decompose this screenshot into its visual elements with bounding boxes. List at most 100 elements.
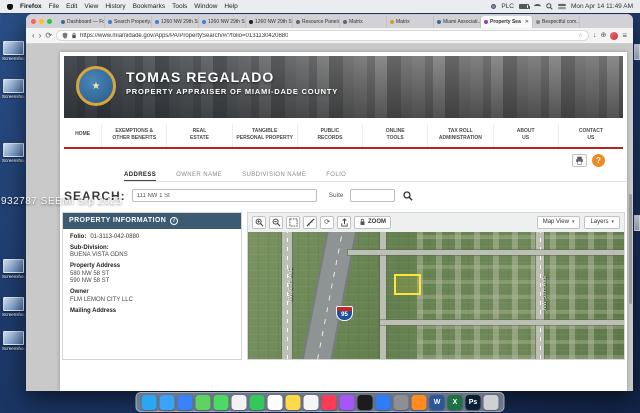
- screenshot-preview[interactable]: [3, 79, 24, 93]
- trash-icon[interactable]: [484, 395, 499, 410]
- lock-icon[interactable]: [71, 32, 77, 39]
- screenshot-preview[interactable]: [3, 297, 24, 311]
- layers-dropdown[interactable]: Layers▾: [584, 216, 620, 229]
- desktop-screenshot-thumbnail[interactable]: [634, 215, 640, 231]
- menubar-clock[interactable]: Mon Apr 14 11:49 AM: [571, 3, 633, 10]
- highlighted-parcel[interactable]: [394, 274, 421, 295]
- desktop-screenshot-thumbnail[interactable]: [634, 44, 640, 60]
- nav-tangible-personal-property[interactable]: TANGIBLE PERSONAL PROPERTY: [233, 124, 298, 147]
- nav-real-estate[interactable]: REAL ESTATE: [167, 124, 232, 147]
- zoom-window-button[interactable]: [47, 19, 52, 24]
- aerial-map[interactable]: 95 NW 6TH AVE NW 5TH AVE: [248, 232, 624, 359]
- address-search-input[interactable]: [132, 189, 317, 202]
- menubar-item-help[interactable]: Help: [224, 3, 237, 10]
- tab-subdivision-name[interactable]: SUBDIVISION NAME: [242, 172, 306, 178]
- music-icon[interactable]: [322, 395, 337, 410]
- print-button[interactable]: [572, 154, 587, 167]
- help-button[interactable]: ?: [592, 154, 605, 167]
- select-tool-button[interactable]: [286, 216, 300, 229]
- forward-icon[interactable]: ›: [39, 32, 42, 40]
- screenshot-preview[interactable]: [3, 259, 24, 273]
- finder-icon[interactable]: [142, 395, 157, 410]
- tab-matrix-1[interactable]: Matrix: [340, 16, 387, 28]
- menubar-item-view[interactable]: View: [84, 3, 98, 10]
- tab-property-search-active[interactable]: Property Sea✕: [481, 16, 533, 28]
- desktop-screenshot-thumbnail[interactable]: Screensho...: [2, 297, 25, 317]
- desktop-screenshot-thumbnail[interactable]: Screensho...: [2, 41, 25, 61]
- battery-icon[interactable]: [519, 4, 529, 9]
- messages-icon[interactable]: [196, 395, 211, 410]
- property-address-2[interactable]: 590 NW 58 ST: [70, 278, 234, 284]
- menubar-item-tools[interactable]: Tools: [172, 3, 187, 10]
- info-icon[interactable]: i: [170, 217, 178, 225]
- control-center-icon[interactable]: [558, 3, 566, 10]
- url-bar[interactable]: https://www.miamidade.gov/Apps/PA/Proper…: [56, 30, 589, 41]
- tab-miami-association[interactable]: Miami Associati...: [434, 16, 481, 28]
- map-view-dropdown[interactable]: Map View▾: [537, 216, 581, 229]
- mail-icon[interactable]: [178, 395, 193, 410]
- subdivision-value[interactable]: BUENA VISTA GDNS: [70, 252, 234, 258]
- tab-dashboard[interactable]: Dashboard — Fo...: [58, 16, 105, 28]
- menubar-status-label[interactable]: PLC: [501, 3, 514, 10]
- wifi-icon[interactable]: [534, 4, 541, 9]
- notes-icon[interactable]: [286, 395, 301, 410]
- excel-icon[interactable]: X: [448, 395, 463, 410]
- back-icon[interactable]: ‹: [32, 32, 35, 40]
- desktop-screenshot-thumbnail[interactable]: Screensho...: [2, 143, 25, 163]
- tab-resource-panels[interactable]: Resource Panels: [293, 16, 340, 28]
- window-controls[interactable]: [31, 14, 58, 28]
- suite-input[interactable]: [350, 189, 395, 202]
- desktop-screenshot-thumbnail[interactable]: Screensho...: [2, 331, 25, 351]
- calendar-icon[interactable]: [268, 395, 283, 410]
- tab-1260-nw-29th-1[interactable]: 1260 NW 29th S: [152, 16, 199, 28]
- measure-tool-button[interactable]: [303, 216, 317, 229]
- nav-home[interactable]: HOME: [64, 124, 102, 147]
- screenshot-preview[interactable]: [3, 41, 24, 55]
- app-store-icon[interactable]: [376, 395, 391, 410]
- apple-menu-icon[interactable]: [7, 4, 13, 10]
- search-submit-icon[interactable]: [403, 191, 413, 201]
- tab-search-property[interactable]: Search Property...: [105, 16, 152, 28]
- tab-owner-name[interactable]: OWNER NAME: [176, 172, 222, 178]
- zoom-out-button[interactable]: [269, 216, 283, 229]
- safari-icon[interactable]: [160, 395, 175, 410]
- firefox-icon[interactable]: [412, 395, 427, 410]
- tab-address[interactable]: ADDRESS: [124, 172, 156, 182]
- nav-online-tools[interactable]: ONLINE TOOLS: [363, 124, 428, 147]
- spotlight-search-icon[interactable]: [546, 3, 553, 10]
- close-window-button[interactable]: [31, 19, 36, 24]
- screenshot-preview[interactable]: [3, 331, 24, 345]
- menubar-item-bookmarks[interactable]: Bookmarks: [133, 3, 166, 10]
- nav-exemptions[interactable]: EXEMPTIONS & OTHER BENEFITS: [102, 124, 167, 147]
- folio-value[interactable]: 01-3113-042-0880: [90, 234, 139, 240]
- downloads-icon[interactable]: ↓: [593, 32, 597, 39]
- menubar-item-window[interactable]: Window: [194, 3, 217, 10]
- settings-icon[interactable]: [394, 395, 409, 410]
- podcasts-icon[interactable]: [340, 395, 355, 410]
- menubar-item-file[interactable]: File: [49, 3, 59, 10]
- profile-avatar[interactable]: [610, 32, 618, 40]
- shield-icon[interactable]: [62, 32, 68, 39]
- minimize-window-button[interactable]: [39, 19, 44, 24]
- bookmark-star-icon[interactable]: ☆: [578, 32, 583, 39]
- page-scrollbar[interactable]: [629, 194, 632, 304]
- zoom-button[interactable]: ZOOM: [354, 216, 391, 229]
- nav-public-records[interactable]: PUBLIC RECORDS: [298, 124, 363, 147]
- maps-icon[interactable]: [214, 395, 229, 410]
- word-icon[interactable]: W: [430, 395, 445, 410]
- tab-1260-nw-29th-3[interactable]: 1260 NW 29th S: [246, 16, 293, 28]
- nav-about-us[interactable]: ABOUT US: [494, 124, 559, 147]
- refresh-icon[interactable]: ⟳: [45, 32, 52, 40]
- menu-icon[interactable]: ≡: [622, 32, 627, 40]
- close-tab-icon[interactable]: ✕: [525, 19, 529, 25]
- reminders-icon[interactable]: [304, 395, 319, 410]
- property-address-1[interactable]: 580 NW 58 ST: [70, 271, 234, 277]
- menubar-app-name[interactable]: Firefox: [20, 3, 42, 10]
- facetime-icon[interactable]: [250, 395, 265, 410]
- nav-tax-roll-administration[interactable]: TAX ROLL ADMINISTRATION: [428, 124, 493, 147]
- screen-record-icon[interactable]: [491, 4, 496, 9]
- tab-bespectful[interactable]: Bespectful com...: [533, 16, 580, 28]
- menubar-item-history[interactable]: History: [105, 3, 125, 10]
- reset-map-button[interactable]: ⟳: [320, 216, 334, 229]
- photos-icon[interactable]: [232, 395, 247, 410]
